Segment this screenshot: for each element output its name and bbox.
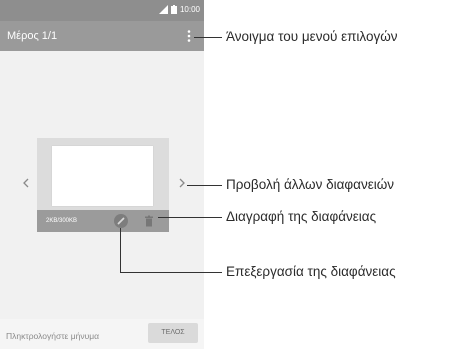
page-title: Μέρος 1/1 xyxy=(7,30,58,42)
leader-line-edit xyxy=(120,272,222,273)
end-button[interactable]: ΤΕΛΟΣ xyxy=(148,323,198,343)
leader-line-edit-vertical xyxy=(120,228,121,273)
slide-size-label: 2KB/300KB xyxy=(46,218,78,224)
app-bar: Μέρος 1/1 xyxy=(0,21,204,51)
slide-footer: 2KB/300KB xyxy=(37,210,169,232)
leader-line-delete xyxy=(158,217,222,218)
edit-slide-button[interactable] xyxy=(114,214,128,228)
chevron-left-icon xyxy=(20,177,32,194)
slide-thumbnail[interactable] xyxy=(52,146,153,206)
previous-slide-button[interactable] xyxy=(20,176,32,190)
status-bar: 10:00 xyxy=(0,0,204,21)
next-slide-button[interactable] xyxy=(176,176,188,190)
status-time: 10:00 xyxy=(179,5,200,14)
delete-slide-button[interactable] xyxy=(143,214,155,228)
callout-edit: Επεξεργασία της διαφάνειας xyxy=(226,264,396,279)
slide-card: 2KB/300KB xyxy=(37,138,169,232)
screenshot-stage: 10:00 Μέρος 1/1 2KB/300KB Πληκτρολογήστε… xyxy=(0,0,466,349)
phone-screen: 10:00 Μέρος 1/1 2KB/300KB Πληκτρολογήστε… xyxy=(0,0,204,349)
callout-view-other: Προβολή άλλων διαφανειών xyxy=(226,177,395,192)
message-input[interactable]: Πληκτρολογήστε μήνυμα xyxy=(6,328,136,344)
more-options-button[interactable] xyxy=(184,29,194,43)
callout-delete: Διαγραφή της διαφάνειας xyxy=(226,209,377,224)
more-vert-icon xyxy=(184,30,194,47)
status-icons: 10:00 xyxy=(158,1,200,19)
leader-line-menu xyxy=(194,37,222,38)
callout-menu: Άνοιγμα του μενού επιλογών xyxy=(226,29,398,44)
battery-icon xyxy=(170,1,177,19)
compose-bar: Πληκτρολογήστε μήνυμα ΤΕΛΟΣ xyxy=(0,319,204,349)
leader-line-view xyxy=(187,185,222,186)
pencil-icon xyxy=(114,215,128,232)
trash-icon xyxy=(143,215,155,232)
signal-icon xyxy=(158,1,168,19)
